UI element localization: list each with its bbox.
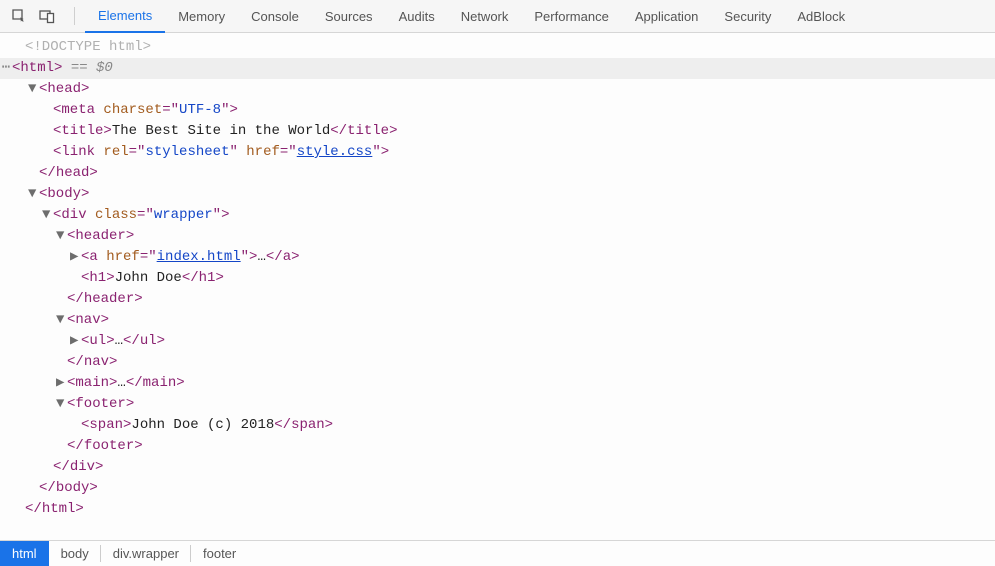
dom-span[interactable]: <span>John Doe (c) 2018</span> bbox=[0, 415, 995, 436]
dom-div-close[interactable]: </div> bbox=[0, 457, 995, 478]
breadcrumb-bar: html body div.wrapper footer bbox=[0, 540, 995, 566]
dom-main[interactable]: ▶<main>…</main> bbox=[0, 373, 995, 394]
panel-tabs: Elements Memory Console Sources Audits N… bbox=[85, 0, 858, 33]
dom-header-close[interactable]: </header> bbox=[0, 289, 995, 310]
dom-ul[interactable]: ▶<ul>…</ul> bbox=[0, 331, 995, 352]
tab-sources[interactable]: Sources bbox=[312, 0, 386, 33]
toolbar-separator bbox=[74, 7, 75, 25]
dom-tree[interactable]: <!DOCTYPE html> ⋯<html> == $0 ▼<head> <m… bbox=[0, 33, 995, 520]
breadcrumb-html[interactable]: html bbox=[0, 541, 49, 566]
dom-body-open[interactable]: ▼<body> bbox=[0, 184, 995, 205]
tab-memory[interactable]: Memory bbox=[165, 0, 238, 33]
breadcrumb-body[interactable]: body bbox=[49, 541, 101, 566]
dom-h1[interactable]: <h1>John Doe</h1> bbox=[0, 268, 995, 289]
dom-head-open[interactable]: ▼<head> bbox=[0, 79, 995, 100]
devtools-toolbar: Elements Memory Console Sources Audits N… bbox=[0, 0, 995, 33]
dom-body-close[interactable]: </body> bbox=[0, 478, 995, 499]
tab-elements[interactable]: Elements bbox=[85, 0, 165, 33]
dom-footer-close[interactable]: </footer> bbox=[0, 436, 995, 457]
dom-a[interactable]: ▶<a href="index.html">…</a> bbox=[0, 247, 995, 268]
device-toggle-icon[interactable] bbox=[36, 5, 58, 27]
tab-audits[interactable]: Audits bbox=[386, 0, 448, 33]
dom-header-open[interactable]: ▼<header> bbox=[0, 226, 995, 247]
breadcrumb-footer[interactable]: footer bbox=[191, 541, 248, 566]
dom-link[interactable]: <link rel="stylesheet" href="style.css"> bbox=[0, 142, 995, 163]
tab-performance[interactable]: Performance bbox=[521, 0, 621, 33]
dom-meta[interactable]: <meta charset="UTF-8"> bbox=[0, 100, 995, 121]
inspect-icon[interactable] bbox=[8, 5, 30, 27]
tab-adblock[interactable]: AdBlock bbox=[784, 0, 858, 33]
dom-nav-close[interactable]: </nav> bbox=[0, 352, 995, 373]
dom-html-open[interactable]: ⋯<html> == $0 bbox=[0, 58, 995, 79]
dom-div-open[interactable]: ▼<div class="wrapper"> bbox=[0, 205, 995, 226]
tab-application[interactable]: Application bbox=[622, 0, 712, 33]
tab-security[interactable]: Security bbox=[711, 0, 784, 33]
dom-title[interactable]: <title>The Best Site in the World</title… bbox=[0, 121, 995, 142]
dom-html-close[interactable]: </html> bbox=[0, 499, 995, 520]
dom-head-close[interactable]: </head> bbox=[0, 163, 995, 184]
dom-doctype[interactable]: <!DOCTYPE html> bbox=[0, 37, 995, 58]
breadcrumb-div-wrapper[interactable]: div.wrapper bbox=[101, 541, 191, 566]
tab-console[interactable]: Console bbox=[238, 0, 312, 33]
dom-footer-open[interactable]: ▼<footer> bbox=[0, 394, 995, 415]
tab-network[interactable]: Network bbox=[448, 0, 522, 33]
dom-nav-open[interactable]: ▼<nav> bbox=[0, 310, 995, 331]
